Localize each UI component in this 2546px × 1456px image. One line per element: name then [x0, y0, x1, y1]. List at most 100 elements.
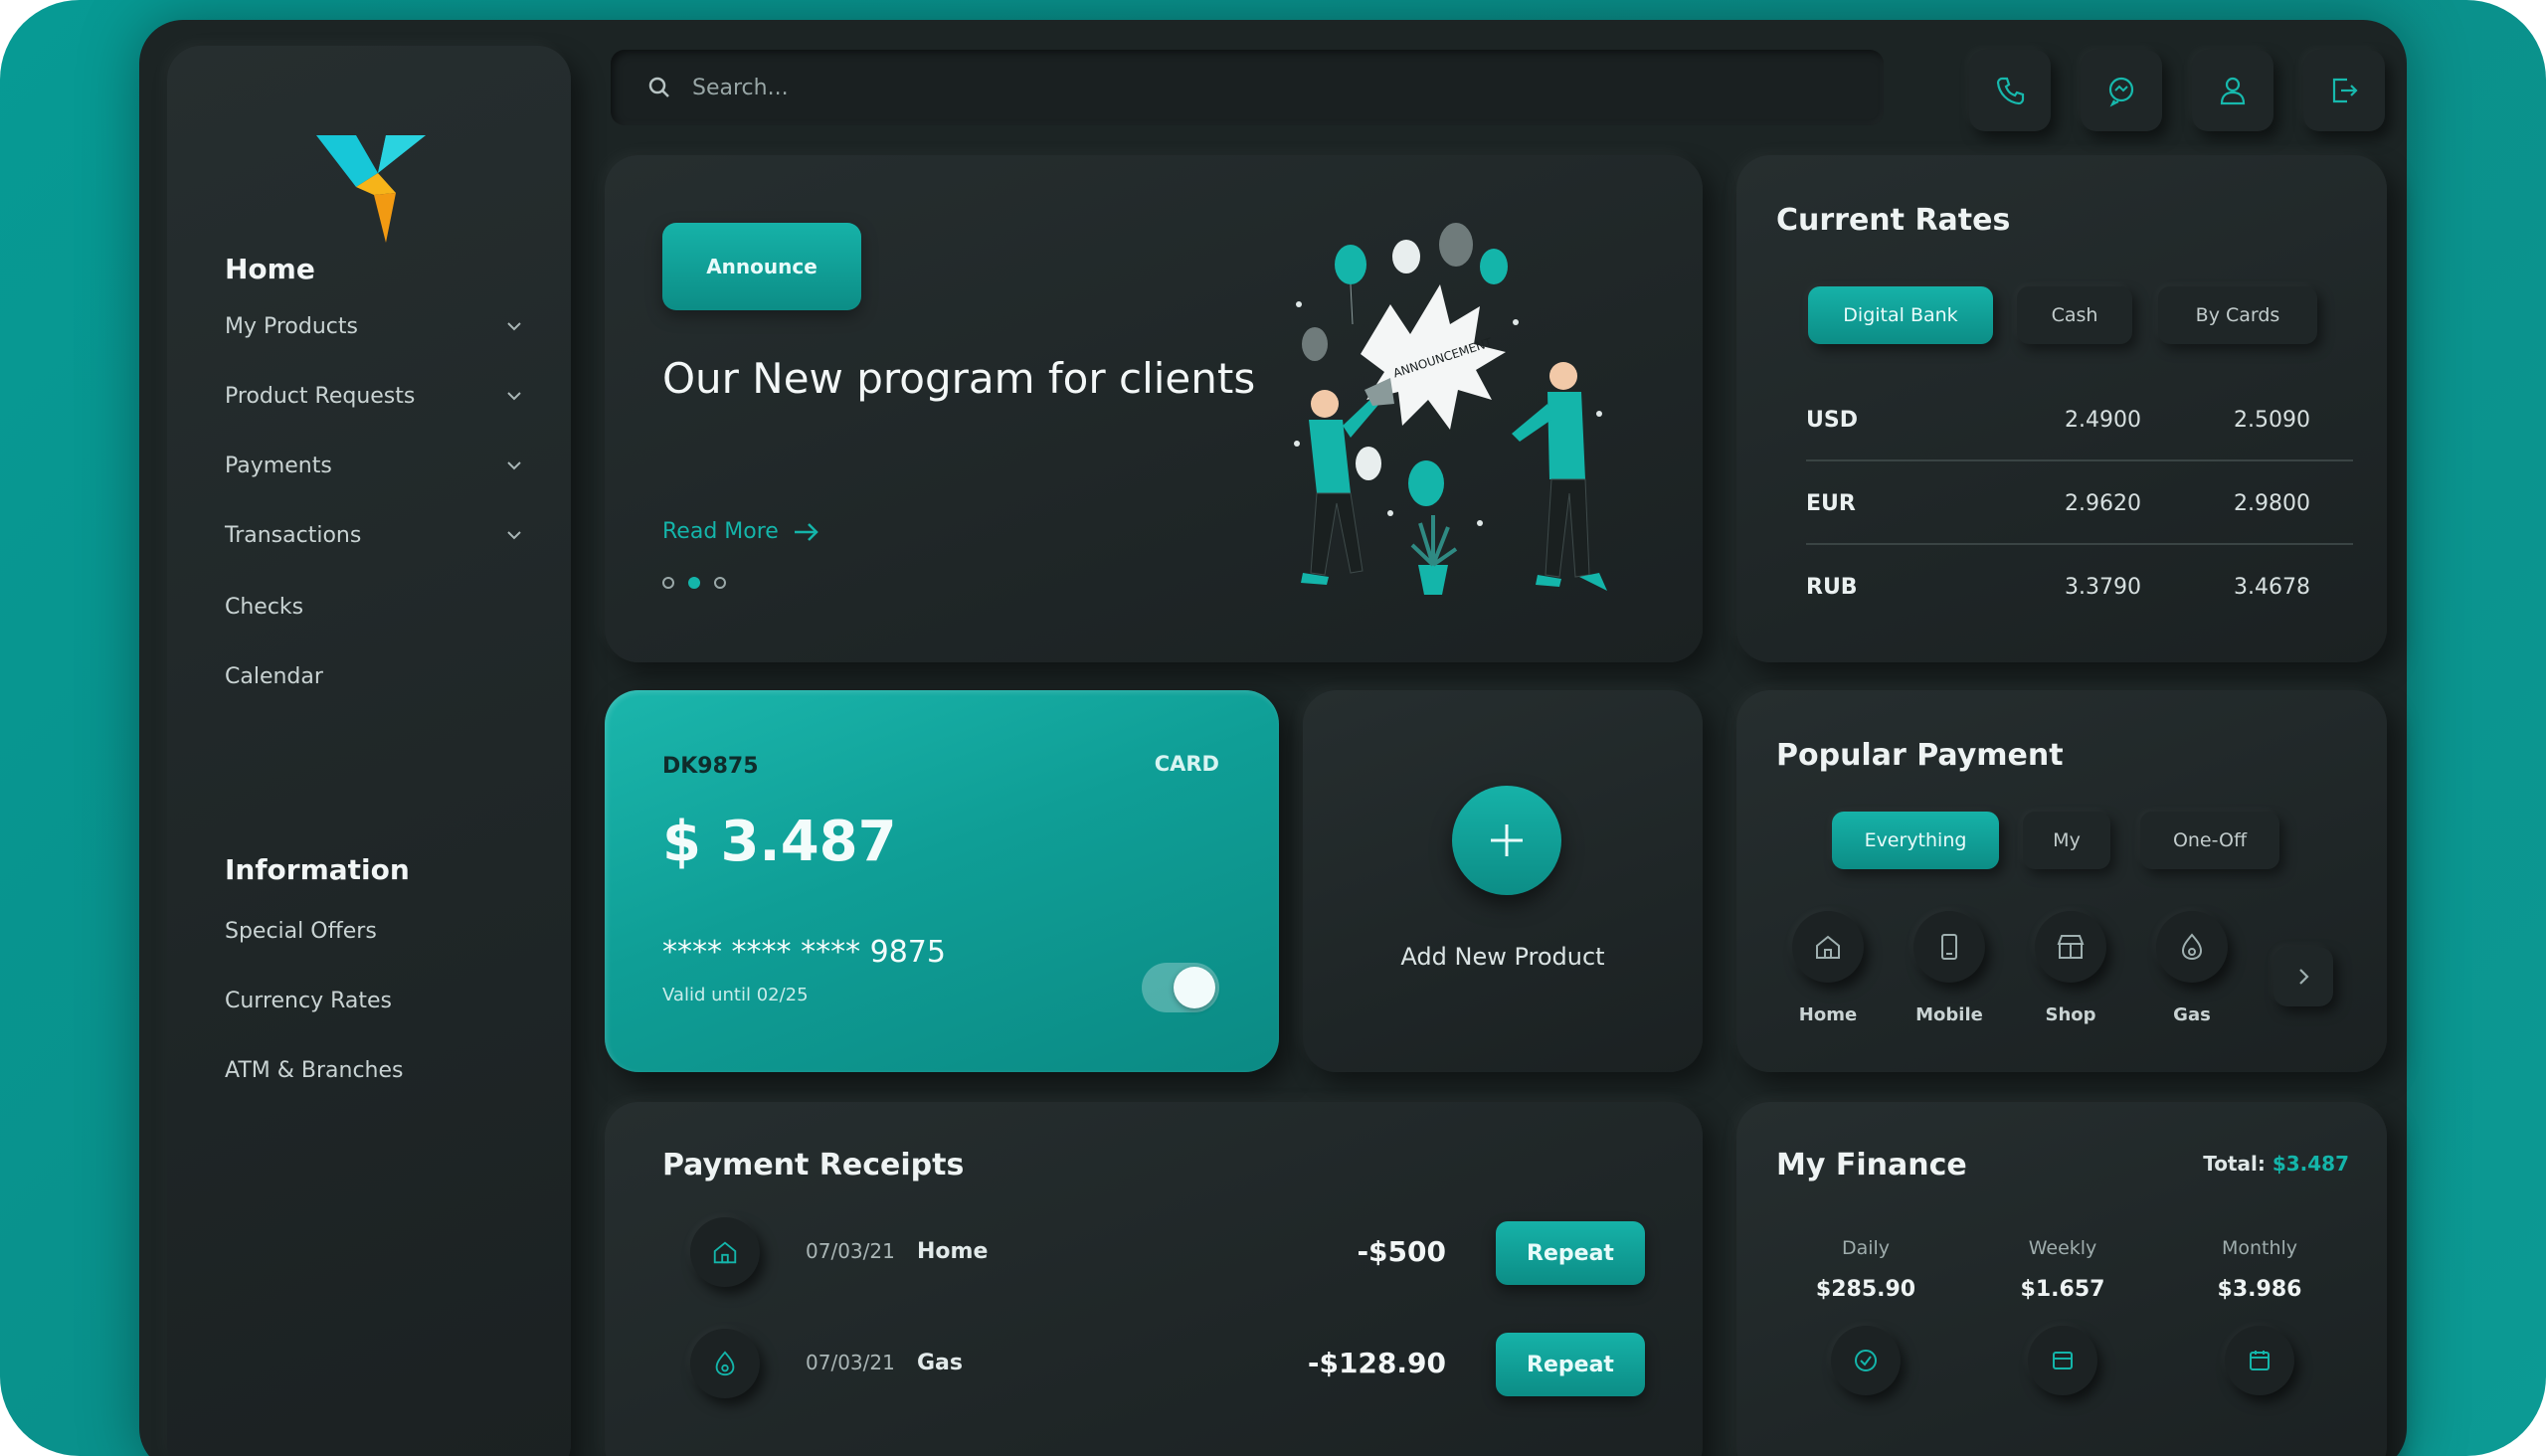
- card-balance: $ 3.487: [662, 810, 897, 874]
- sidebar-item-label: My Products: [225, 313, 358, 339]
- calendar-icon: [2250, 1351, 2270, 1370]
- tab-by-cards[interactable]: By Cards: [2158, 286, 2317, 344]
- shop-icon: [2057, 935, 2085, 959]
- chart-icon: [1855, 1350, 1877, 1371]
- nav-section-information[interactable]: Information: [225, 853, 410, 886]
- tab-one-off[interactable]: One-Off: [2140, 812, 2279, 869]
- wallet-icon: [2053, 1352, 2073, 1369]
- phone-icon: [1996, 77, 2025, 105]
- finance-monthly-button[interactable]: [2225, 1326, 2294, 1395]
- divider: [1806, 459, 2353, 461]
- add-product-panel: Add New Product: [1303, 690, 1703, 1072]
- rate-currency: USD: [1806, 408, 1858, 433]
- sidebar-item-currency-rates[interactable]: Currency Rates: [225, 981, 523, 1020]
- home-icon: [1816, 935, 1840, 959]
- card-toggle[interactable]: [1142, 963, 1219, 1012]
- payment-mobile-button[interactable]: [1913, 911, 1985, 983]
- chevron-down-icon: [507, 531, 521, 540]
- carousel-dots: [662, 577, 726, 589]
- phone-button[interactable]: [1969, 50, 2051, 131]
- finance-weekly-button[interactable]: [2028, 1326, 2097, 1395]
- sidebar: Home My Products Product Requests Paymen…: [167, 46, 571, 1456]
- finance-total-label: Total:: [2203, 1152, 2266, 1176]
- chevron-down-icon: [507, 461, 521, 470]
- rates-title: Current Rates: [1776, 203, 2011, 238]
- rate-buy: 3.3790: [2065, 575, 2141, 600]
- sidebar-item-transactions[interactable]: Transactions: [225, 515, 523, 555]
- rate-row-usd: USD 2.4900 2.5090: [1806, 392, 2353, 452]
- rate-buy: 2.9620: [2065, 491, 2141, 516]
- sidebar-item-label: Calendar: [225, 663, 323, 689]
- sidebar-item-label: Payments: [225, 453, 332, 478]
- card-valid-until: Valid until 02/25: [662, 985, 809, 1005]
- finance-period-value: $1.657: [2020, 1277, 2105, 1302]
- rate-row-eur: EUR 2.9620 2.9800: [1806, 475, 2353, 535]
- add-product-button[interactable]: [1452, 786, 1561, 895]
- sidebar-item-payments[interactable]: Payments: [225, 446, 523, 485]
- sidebar-item-special-offers[interactable]: Special Offers: [225, 911, 523, 951]
- announcement-illustration: ANNOUNCEMENT: [1294, 223, 1607, 595]
- dashboard-window: Home My Products Product Requests Paymen…: [139, 20, 2407, 1456]
- nav-section-home[interactable]: Home: [225, 253, 315, 285]
- rate-buy: 2.4900: [2065, 408, 2141, 433]
- bank-card[interactable]: DK9875 CARD $ 3.487 **** **** **** 9875 …: [605, 690, 1279, 1072]
- finance-daily-button[interactable]: [1831, 1326, 1901, 1395]
- sidebar-item-label: Currency Rates: [225, 988, 393, 1013]
- payment-label: Mobile: [1915, 1004, 1983, 1025]
- rate-sell: 3.4678: [2234, 575, 2310, 600]
- finance-total-value: $3.487: [2272, 1152, 2349, 1176]
- finance-weekly: Weekly $1.657: [1973, 1237, 2152, 1395]
- announce-title: Our New program for clients: [662, 354, 1256, 403]
- chat-button[interactable]: [2081, 50, 2162, 131]
- finance-title: My Finance: [1776, 1148, 1967, 1183]
- chevron-down-icon: [507, 322, 521, 331]
- announcement-panel: Announce Our New program for clients Rea…: [605, 155, 1703, 662]
- finance-period-label: Weekly: [2028, 1237, 2097, 1259]
- app-frame: Home My Products Product Requests Paymen…: [0, 0, 2546, 1456]
- rate-currency: EUR: [1806, 491, 1856, 516]
- sidebar-item-calendar[interactable]: Calendar: [225, 656, 523, 696]
- search-bar: [611, 50, 1884, 125]
- sidebar-item-label: ATM & Branches: [225, 1057, 404, 1083]
- sidebar-item-product-requests[interactable]: Product Requests: [225, 376, 523, 416]
- repeat-button[interactable]: Repeat: [1496, 1221, 1645, 1285]
- payment-shop-button[interactable]: [2035, 911, 2106, 983]
- plus-icon: [1491, 824, 1523, 856]
- brand-logo: [316, 135, 426, 243]
- repeat-button[interactable]: Repeat: [1496, 1333, 1645, 1396]
- carousel-dot[interactable]: [662, 577, 674, 589]
- receipt-amount: -$128.90: [1307, 1347, 1446, 1379]
- payment-home-button[interactable]: [1792, 911, 1864, 983]
- search-input[interactable]: [690, 74, 1490, 101]
- rate-sell: 2.5090: [2234, 408, 2310, 433]
- user-button[interactable]: [2192, 50, 2273, 131]
- receipt-amount: -$500: [1357, 1235, 1446, 1268]
- receipt-icon: [690, 1217, 760, 1287]
- finance-period-value: $3.986: [2217, 1277, 2302, 1302]
- receipt-date: 07/03/21: [806, 1351, 895, 1374]
- rate-sell: 2.9800: [2234, 491, 2310, 516]
- popular-title: Popular Payment: [1776, 738, 2064, 773]
- user-icon: [2220, 77, 2246, 105]
- receipt-row: 07/03/21 Gas -$128.90 Repeat: [690, 1323, 1645, 1402]
- logout-button[interactable]: [2303, 50, 2385, 131]
- tab-my[interactable]: My: [2023, 812, 2110, 869]
- sidebar-item-atm-branches[interactable]: ATM & Branches: [225, 1050, 523, 1090]
- read-more-link[interactable]: Read More: [662, 519, 820, 544]
- next-button[interactable]: [2273, 947, 2333, 1006]
- sidebar-item-label: Product Requests: [225, 383, 416, 409]
- tab-everything[interactable]: Everything: [1832, 812, 1999, 869]
- sidebar-item-checks[interactable]: Checks: [225, 587, 523, 627]
- carousel-dot-active[interactable]: [688, 577, 700, 589]
- carousel-dot[interactable]: [714, 577, 726, 589]
- tab-cash[interactable]: Cash: [2017, 286, 2132, 344]
- finance-daily: Daily $285.90: [1776, 1237, 1955, 1395]
- add-product-label: Add New Product: [1400, 943, 1605, 971]
- card-number: **** **** **** 9875: [662, 935, 946, 970]
- payment-gas-button[interactable]: [2156, 911, 2228, 983]
- sidebar-item-label: Special Offers: [225, 918, 377, 944]
- finance-total: Total: $3.487: [2203, 1152, 2349, 1176]
- sidebar-item-my-products[interactable]: My Products: [225, 306, 523, 346]
- tab-digital-bank[interactable]: Digital Bank: [1808, 286, 1993, 344]
- announce-badge[interactable]: Announce: [662, 223, 861, 310]
